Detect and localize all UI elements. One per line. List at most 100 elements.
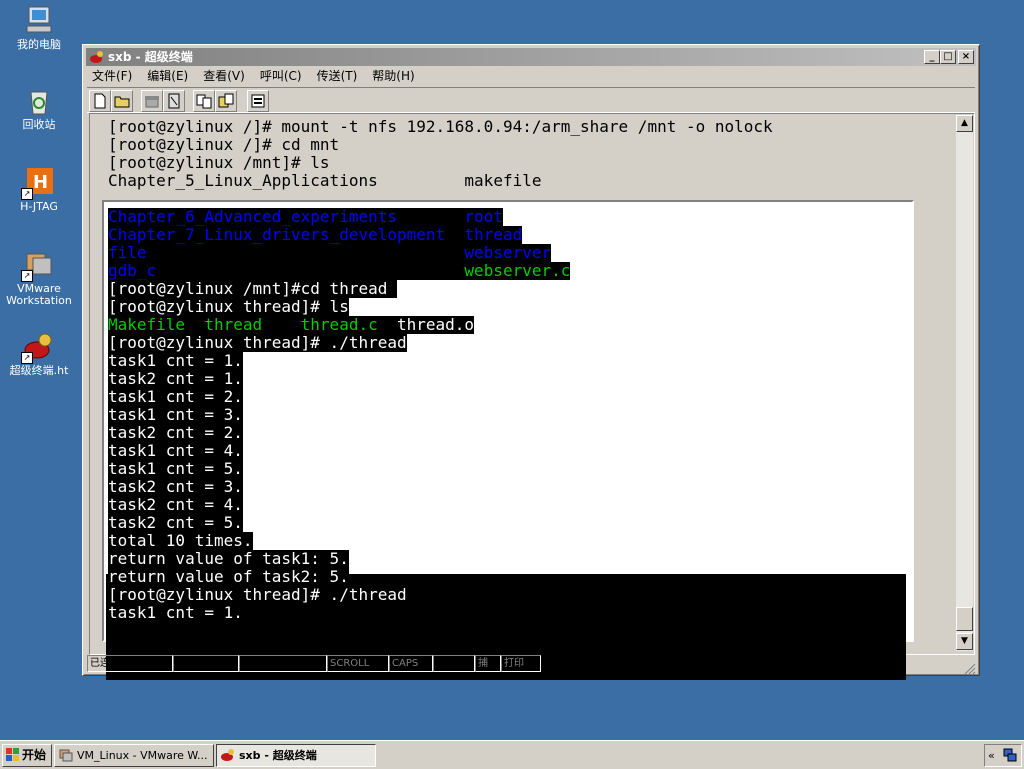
hjtag-icon: H ↗: [21, 166, 55, 200]
terminal-line: Chapter_6_Advanced_experiments root: [108, 208, 503, 226]
hyperterminal-window: sxb - 超级终端 _ □ × 文件(F) 编辑(E) 查看(V) 呼叫(C) 传送(…: [82, 44, 980, 680]
directory-name: root: [464, 207, 503, 226]
hyperterminal-icon: ↗: [21, 330, 55, 364]
tray-expand-button[interactable]: «: [988, 745, 995, 766]
menu-bar: 文件(F) 编辑(E) 查看(V) 呼叫(C) 传送(T) 帮助(H): [89, 67, 975, 86]
terminal-line: task2 cnt = 1.: [108, 369, 243, 388]
directory-name: Chapter_6_Advanced_experiments: [108, 207, 465, 226]
taskbar-item-label: sxb - 超级终端: [239, 749, 317, 762]
file-name: Makefile: [108, 315, 205, 334]
network-icon[interactable]: [1003, 748, 1017, 762]
desktop-icon-label: 超级终端.ht: [9, 364, 69, 377]
windows-logo-icon: [6, 748, 20, 762]
taskbar-item-vmware[interactable]: VM_Linux - VMware W...: [54, 744, 214, 767]
file-name: thread: [204, 315, 301, 334]
terminal-line: return value of task2: 5.: [108, 567, 349, 586]
menu-view[interactable]: 查看(V): [203, 69, 245, 83]
menu-call[interactable]: 呼叫(C): [260, 69, 302, 83]
open-icon[interactable]: [111, 90, 133, 112]
properties-icon[interactable]: [247, 90, 269, 112]
directory-name: thread: [464, 225, 523, 244]
status-emulation: ANSIW: [173, 655, 239, 672]
my-computer-icon: [23, 4, 55, 36]
shortcut-arrow-icon: ↗: [21, 188, 33, 200]
desktop-icon-my-computer[interactable]: 我的电脑: [0, 4, 78, 51]
hyperterminal-icon: [221, 748, 235, 762]
menu-transfer[interactable]: 传送(T): [317, 69, 358, 83]
start-label: 开始: [22, 748, 47, 762]
title-bar[interactable]: sxb - 超级终端 _ □ ×: [86, 48, 976, 66]
directory-name: webserver: [464, 243, 552, 262]
terminal-line: Chapter_5_Linux_Applications makefile: [108, 171, 542, 190]
start-button[interactable]: 开始: [2, 744, 52, 767]
desktop-icon-hyperterminal[interactable]: ↗ 超级终端.ht: [0, 330, 78, 377]
vmware-icon: ↗: [21, 248, 55, 282]
terminal-line: task1 cnt = 5.: [108, 459, 243, 478]
terminal-line: [root@zylinux thread]# ./thread: [108, 333, 407, 352]
menu-file[interactable]: 文件(F): [92, 69, 132, 83]
taskbar-item-hyperterminal[interactable]: sxb - 超级终端: [216, 744, 376, 767]
terminal-line: [root@zylinux /mnt]# ls: [108, 153, 330, 172]
shortcut-arrow-icon: ↗: [21, 270, 33, 282]
terminal-line: file webserver: [108, 243, 552, 262]
file-name: thread.o: [396, 315, 475, 334]
phone-icon[interactable]: [141, 90, 163, 112]
terminal-line: task2 cnt = 2.: [108, 423, 243, 442]
disconnect-icon[interactable]: [163, 90, 185, 112]
desktop-icon-label: 回收站: [22, 118, 56, 131]
directory-name: Chapter_7_Linux_drivers_development: [108, 225, 465, 244]
receive-icon[interactable]: [215, 90, 237, 112]
window-title: sxb - 超级终端: [108, 50, 193, 64]
file-name: thread.c: [300, 315, 397, 334]
terminal-line: task1 cnt = 2.: [108, 387, 243, 406]
status-bar: 已连接 0:07:05 ANSIW 115200 8-N-1 SCROLL CA…: [87, 655, 975, 672]
terminal-line: task1 cnt = 4.: [108, 441, 243, 460]
desktop-icon-hjtag[interactable]: H ↗ H-JTAG: [0, 166, 78, 213]
terminal-line: [root@zylinux thread]# ls: [108, 297, 349, 316]
svg-text:H: H: [33, 172, 48, 193]
terminal-line: [root@zylinux /]# mount -t nfs 192.168.0…: [108, 117, 773, 136]
maximize-button[interactable]: □: [940, 50, 956, 64]
send-icon[interactable]: [193, 90, 215, 112]
new-icon[interactable]: [89, 90, 111, 112]
taskbar-item-label: VM_Linux - VMware W...: [77, 749, 208, 762]
close-button[interactable]: ×: [958, 50, 974, 64]
terminal-line: return value of task1: 5.: [108, 549, 349, 568]
toolbar: [87, 87, 975, 113]
terminal-line: gdb_c webserver.c: [108, 261, 571, 280]
terminal-line: total 10 times.: [108, 531, 253, 550]
terminal-line: Makefile thread thread.c thread.o: [108, 315, 475, 334]
scroll-down-button[interactable]: ▼: [956, 633, 973, 650]
directory-name: gdb_c: [108, 261, 465, 280]
minimize-button[interactable]: _: [924, 50, 940, 64]
hyperterminal-icon: [89, 49, 105, 65]
resize-grip-icon[interactable]: [964, 660, 976, 675]
menu-help[interactable]: 帮助(H): [372, 69, 414, 83]
terminal-line: task2 cnt = 3.: [108, 477, 243, 496]
scroll-thumb[interactable]: [956, 607, 973, 631]
scroll-up-button[interactable]: ▲: [956, 115, 973, 132]
vertical-scrollbar[interactable]: ▲ ▼: [956, 115, 973, 651]
terminal-area[interactable]: [root@zylinux /]# mount -t nfs 192.168.0…: [89, 113, 975, 680]
terminal-line: task1 cnt = 1.: [108, 351, 243, 370]
desktop-icon-label: H-JTAG: [20, 200, 58, 213]
taskbar: 开始 VM_Linux - VMware W... sxb - 超级终端 «: [0, 740, 1024, 769]
terminal-line: [root@zylinux thread]# ./thread: [108, 585, 407, 604]
desktop-icon-recycle-bin[interactable]: 回收站: [0, 84, 78, 131]
terminal-line: task2 cnt = 5.: [108, 513, 243, 532]
terminal-line: Chapter_7_Linux_drivers_development thre…: [108, 225, 523, 244]
status-port-settings: 115200 8-N-1: [239, 655, 327, 672]
status-print: 打印: [501, 655, 541, 672]
vmware-icon: [59, 748, 73, 762]
status-connected: 已连接 0:07:05: [87, 655, 173, 672]
desktop-icon-label: VMware Workstation: [6, 282, 72, 307]
desktop-icon-label: 我的电脑: [17, 38, 61, 51]
shortcut-arrow-icon: ↗: [21, 352, 33, 364]
system-tray: «: [984, 744, 1022, 767]
terminal-line: task1 cnt = 1.: [108, 603, 243, 622]
status-caps: CAPS: [389, 655, 433, 672]
recycle-bin-icon: [23, 84, 55, 116]
menu-edit[interactable]: 编辑(E): [147, 69, 188, 83]
desktop-icon-vmware[interactable]: ↗ VMware Workstation: [0, 248, 78, 307]
terminal-line: task1 cnt = 3.: [108, 405, 243, 424]
